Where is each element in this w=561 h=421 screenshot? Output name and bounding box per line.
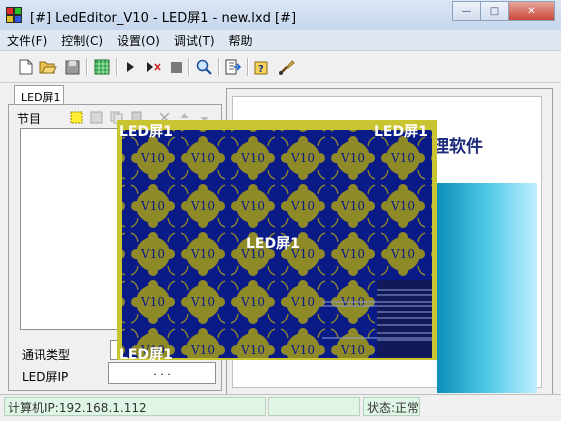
status-bar: 计算机IP:192.168.1.112 状态:正常 [0, 394, 561, 421]
led-label-top-left: LED屏1 [119, 124, 173, 140]
step-button[interactable] [144, 57, 164, 77]
brush-button[interactable] [276, 57, 296, 77]
led-label-top-right: LED屏1 [374, 124, 428, 140]
minimize-icon: — [461, 5, 472, 17]
zoom-button[interactable] [194, 57, 214, 77]
help-icon: ? [254, 61, 267, 75]
stop-button[interactable] [166, 57, 186, 77]
help-button[interactable]: ? [252, 57, 272, 77]
status-ip: 计算机IP:192.168.1.112 [4, 397, 266, 416]
led-screen-window[interactable]: V10 LED屏1 LED屏1 LED屏1 LED屏1 [117, 120, 437, 363]
save-button[interactable] [62, 57, 82, 77]
menu-help[interactable]: 帮助 [222, 30, 260, 50]
program-label: 节目 [17, 112, 42, 126]
app-icon [6, 7, 22, 23]
led-label-center: LED屏1 [246, 236, 300, 252]
new-icon [19, 59, 33, 75]
close-icon: ✕ [527, 5, 536, 17]
led-ip-label: LED屏IP [22, 370, 69, 384]
close-button[interactable]: ✕ [509, 1, 555, 21]
menu-settings[interactable]: 设置(O) [110, 30, 167, 50]
screen-grid-icon [94, 59, 110, 75]
play-icon [127, 62, 134, 72]
background-text: 理软件 [432, 137, 483, 157]
status-empty [268, 397, 360, 416]
led-label-bottom-left: LED屏1 [119, 347, 173, 363]
maximize-icon: □ [489, 5, 500, 17]
delete-program-icon[interactable] [90, 111, 103, 124]
toolbar: ? [0, 52, 561, 83]
menu-file[interactable]: 文件(F) [0, 30, 54, 50]
export-icon [225, 59, 241, 75]
zoom-icon [196, 59, 212, 75]
svg-text:?: ? [258, 64, 264, 75]
export-button[interactable] [223, 57, 243, 77]
comm-type-label: 通讯类型 [22, 348, 71, 362]
new-button[interactable] [16, 57, 36, 77]
open-button[interactable] [38, 57, 58, 77]
add-program-icon[interactable] [70, 111, 83, 124]
menu-control[interactable]: 控制(C) [54, 30, 110, 50]
menu-bar: 文件(F) 控制(C) 设置(O) 调试(T) 帮助 [0, 30, 561, 51]
tab-led-screen[interactable]: LED屏1 [14, 85, 64, 104]
play-button[interactable] [120, 57, 140, 77]
led-ip-input[interactable]: . . . [108, 362, 216, 384]
maximize-button[interactable]: □ [481, 1, 509, 21]
title-bar: [#] LedEditor_V10 - LED屏1 - new.lxd [#] … [0, 0, 561, 31]
background-graphic [437, 183, 537, 393]
stop-icon [170, 61, 182, 73]
program-list[interactable] [20, 128, 118, 330]
minimize-button[interactable]: — [452, 1, 481, 21]
save-icon [65, 60, 79, 74]
menu-debug[interactable]: 调试(T) [167, 30, 222, 50]
step-icon [147, 62, 161, 72]
brush-icon [278, 59, 295, 75]
window-title: [#] LedEditor_V10 - LED屏1 - new.lxd [#] [30, 11, 297, 26]
status-state: 状态:正常 [363, 397, 420, 416]
screen-grid-button[interactable] [92, 57, 112, 77]
open-icon [39, 61, 57, 74]
